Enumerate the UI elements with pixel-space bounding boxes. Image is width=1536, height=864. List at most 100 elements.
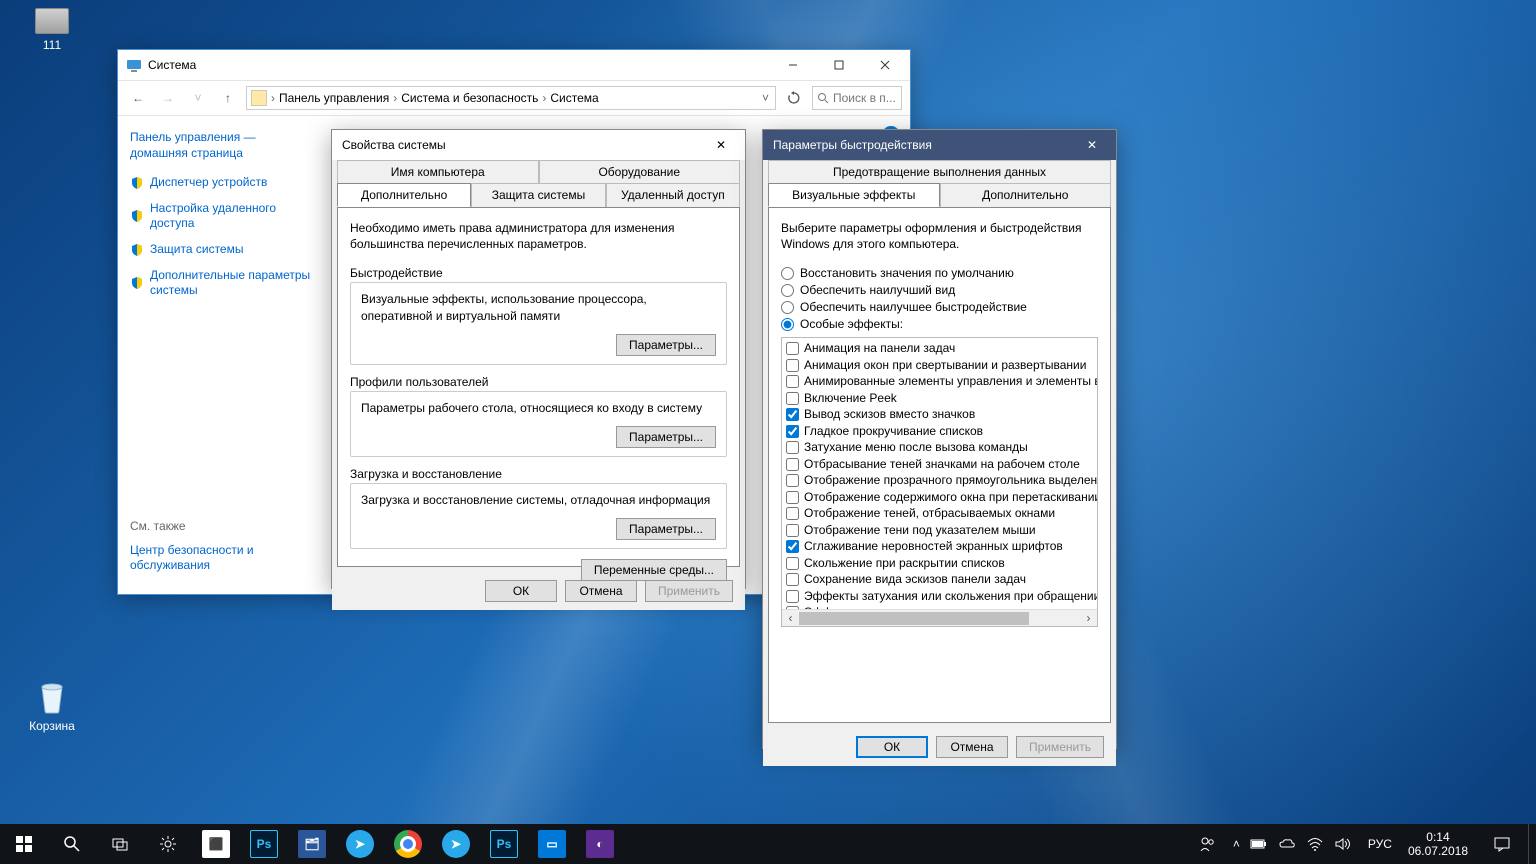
sidebar-link[interactable]: Настройка удаленного доступа xyxy=(130,201,316,232)
taskbar-app-chrome[interactable] xyxy=(384,824,432,864)
env-vars-button[interactable]: Переменные среды... xyxy=(581,559,727,581)
taskbar-app-photoshop[interactable]: Ps xyxy=(240,824,288,864)
checkbox-input[interactable] xyxy=(786,392,799,405)
startup-settings-button[interactable]: Параметры... xyxy=(616,518,716,540)
checkbox-input[interactable] xyxy=(786,507,799,520)
performance-settings-button[interactable]: Параметры... xyxy=(616,334,716,356)
effect-checkbox-row[interactable]: Затухание меню после вызова команды xyxy=(784,439,1095,456)
tab[interactable]: Дополнительно xyxy=(940,183,1112,207)
checkbox-input[interactable] xyxy=(786,375,799,388)
cancel-button[interactable]: Отмена xyxy=(565,580,637,602)
horizontal-scrollbar[interactable]: ‹ › xyxy=(782,609,1097,626)
recent-dropdown[interactable]: ˅ xyxy=(186,86,210,110)
forward-button[interactable]: → xyxy=(156,86,180,110)
taskbar-app-telegram2[interactable]: ➤ xyxy=(432,824,480,864)
minimize-button[interactable] xyxy=(770,50,816,80)
effect-checkbox-row[interactable]: Гладкое прокручивание списков xyxy=(784,423,1095,440)
back-button[interactable]: ← xyxy=(126,86,150,110)
breadcrumb[interactable]: › Панель управления › Система и безопасн… xyxy=(246,86,776,110)
start-button[interactable] xyxy=(0,824,48,864)
close-button[interactable]: ✕ xyxy=(701,130,741,160)
checkbox-input[interactable] xyxy=(786,524,799,537)
wifi-icon[interactable] xyxy=(1306,835,1324,853)
checkbox-input[interactable] xyxy=(786,573,799,586)
people-button[interactable] xyxy=(1193,824,1223,864)
breadcrumb-leaf[interactable]: Система xyxy=(550,91,598,105)
settings-button[interactable] xyxy=(144,824,192,864)
tab[interactable]: Визуальные эффекты xyxy=(768,183,940,207)
taskbar-app-telegram[interactable]: ➤ xyxy=(336,824,384,864)
effect-checkbox-row[interactable]: Анимированные элементы управления и элем… xyxy=(784,373,1095,390)
scroll-right-button[interactable]: › xyxy=(1080,610,1097,627)
chevron-down-icon[interactable]: ˅ xyxy=(760,91,771,105)
sidebar-heading[interactable]: Панель управления — домашняя страница xyxy=(130,130,316,161)
taskbar-app-generic[interactable]: 🗂 xyxy=(288,824,336,864)
radio-option[interactable]: Обеспечить наилучший вид xyxy=(781,283,1098,297)
radio-option[interactable]: Восстановить значения по умолчанию xyxy=(781,266,1098,280)
checkbox-input[interactable] xyxy=(786,474,799,487)
checkbox-input[interactable] xyxy=(786,557,799,570)
close-button[interactable] xyxy=(862,50,908,80)
onedrive-icon[interactable] xyxy=(1278,835,1296,853)
effect-checkbox-row[interactable]: Включение Peek xyxy=(784,390,1095,407)
tab[interactable]: Дополнительно xyxy=(337,183,471,207)
desktop-icon-111[interactable]: 111 xyxy=(14,8,90,52)
refresh-button[interactable] xyxy=(782,86,806,110)
apply-button[interactable]: Применить xyxy=(645,580,733,602)
radio-input[interactable] xyxy=(781,284,794,297)
task-view-button[interactable] xyxy=(96,824,144,864)
sidebar-link[interactable]: Дополнительные параметры системы xyxy=(130,268,316,299)
sidebar-link[interactable]: Защита системы xyxy=(130,242,316,258)
checkbox-input[interactable] xyxy=(786,491,799,504)
checkbox-input[interactable] xyxy=(786,359,799,372)
checkbox-input[interactable] xyxy=(786,342,799,355)
clock[interactable]: 0:14 06.07.2018 xyxy=(1400,830,1476,859)
checkbox-input[interactable] xyxy=(786,441,799,454)
effect-checkbox-row[interactable]: Отображение прозрачного прямоугольника в… xyxy=(784,472,1095,489)
breadcrumb-mid[interactable]: Система и безопасность xyxy=(401,91,538,105)
effect-checkbox-row[interactable]: Вывод эскизов вместо значков xyxy=(784,406,1095,423)
profiles-settings-button[interactable]: Параметры... xyxy=(616,426,716,448)
language-indicator[interactable]: РУС xyxy=(1362,824,1398,864)
radio-input[interactable] xyxy=(781,318,794,331)
tab[interactable]: Защита системы xyxy=(471,183,605,207)
see-also-link[interactable]: Центр безопасности и обслуживания xyxy=(130,543,316,574)
effect-checkbox-row[interactable]: Сглаживание неровностей экранных шрифтов xyxy=(784,538,1095,555)
tab[interactable]: Предотвращение выполнения данных xyxy=(768,160,1111,183)
battery-icon[interactable] xyxy=(1250,835,1268,853)
effect-checkbox-row[interactable]: Сохранение вида эскизов панели задач xyxy=(784,571,1095,588)
ok-button[interactable]: ОК xyxy=(856,736,928,758)
close-button[interactable]: ✕ xyxy=(1072,130,1112,160)
radio-input[interactable] xyxy=(781,301,794,314)
maximize-button[interactable] xyxy=(816,50,862,80)
taskbar-app-photoshop2[interactable]: Ps xyxy=(480,824,528,864)
effect-checkbox-row[interactable]: Отображение содержимого окна при перетас… xyxy=(784,489,1095,506)
checkbox-input[interactable] xyxy=(786,540,799,553)
scroll-thumb[interactable] xyxy=(799,610,1080,627)
tray-chevron-icon[interactable]: ˄ xyxy=(1233,837,1240,851)
effect-checkbox-row[interactable]: Анимация окон при свертывании и разверты… xyxy=(784,357,1095,374)
taskbar-app-store[interactable]: ⬛ xyxy=(192,824,240,864)
apply-button[interactable]: Применить xyxy=(1016,736,1104,758)
radio-input[interactable] xyxy=(781,267,794,280)
checkbox-input[interactable] xyxy=(786,458,799,471)
effect-checkbox-row[interactable]: Эффекты затухания или скольжения при обр… xyxy=(784,588,1095,605)
sidebar-link[interactable]: Диспетчер устройств xyxy=(130,175,316,191)
show-desktop-button[interactable] xyxy=(1528,824,1534,864)
scroll-left-button[interactable]: ‹ xyxy=(782,610,799,627)
effect-checkbox-row[interactable]: Анимация на панели задач xyxy=(784,340,1095,357)
tab[interactable]: Оборудование xyxy=(539,160,741,183)
tab[interactable]: Удаленный доступ xyxy=(606,183,740,207)
radio-option[interactable]: Обеспечить наилучшее быстродействие xyxy=(781,300,1098,314)
effect-checkbox-row[interactable]: Отбрасывание теней значками на рабочем с… xyxy=(784,456,1095,473)
breadcrumb-root[interactable]: Панель управления xyxy=(279,91,389,105)
effect-checkbox-row[interactable]: Отображение тени под указателем мыши xyxy=(784,522,1095,539)
checkbox-input[interactable] xyxy=(786,408,799,421)
effect-checkbox-row[interactable]: Скольжение при раскрытии списков xyxy=(784,555,1095,572)
volume-icon[interactable] xyxy=(1334,835,1352,853)
ok-button[interactable]: ОК xyxy=(485,580,557,602)
cancel-button[interactable]: Отмена xyxy=(936,736,1008,758)
radio-option[interactable]: Особые эффекты: xyxy=(781,317,1098,331)
action-center-button[interactable] xyxy=(1478,824,1526,864)
checkbox-input[interactable] xyxy=(786,425,799,438)
